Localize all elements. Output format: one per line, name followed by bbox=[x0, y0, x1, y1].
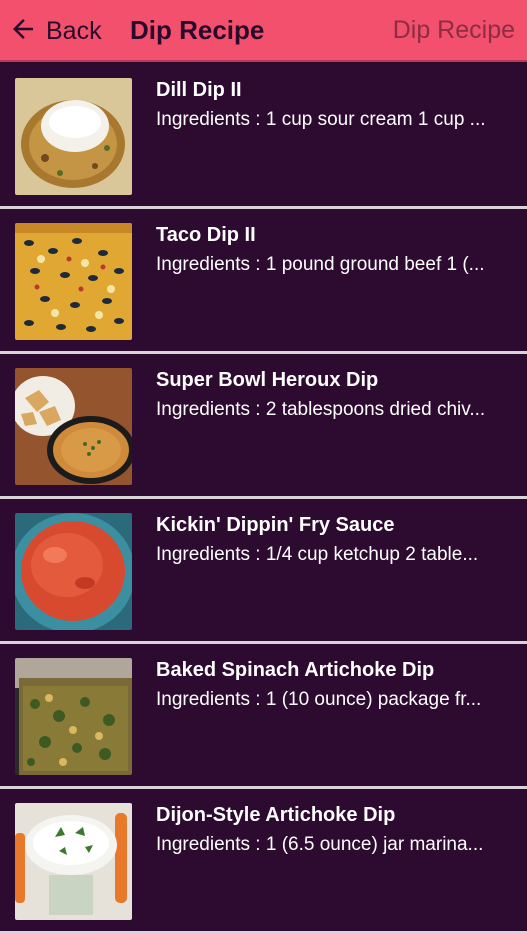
recipe-title: Kickin' Dippin' Fry Sauce bbox=[156, 514, 395, 536]
back-button[interactable]: Back bbox=[8, 13, 102, 49]
recipe-title: Taco Dip II bbox=[156, 224, 256, 246]
page-title: Dip Recipe bbox=[130, 15, 265, 45]
recipe-thumbnail bbox=[15, 368, 132, 485]
recipe-description: Ingredients : 1 pound ground beef 1 (... bbox=[156, 254, 485, 275]
recipe-title: Baked Spinach Artichoke Dip bbox=[156, 659, 435, 681]
recipe-thumbnail bbox=[15, 78, 132, 195]
recipe-title: Super Bowl Heroux Dip bbox=[156, 369, 379, 391]
recipe-thumbnail bbox=[15, 803, 132, 920]
recipe-description: Ingredients : 1/4 cup ketchup 2 table... bbox=[156, 544, 479, 565]
recipe-thumbnail bbox=[15, 223, 132, 340]
app-bar: Back Dip Recipe Dip Recipe bbox=[0, 0, 527, 62]
recipe-title: Dijon-Style Artichoke Dip bbox=[156, 804, 396, 826]
recipe-description: Ingredients : 1 cup sour cream 1 cup ... bbox=[156, 109, 486, 130]
arrow-left-icon bbox=[8, 14, 38, 49]
recipe-description: Ingredients : 2 tablespoons dried chiv..… bbox=[156, 399, 486, 420]
recipe-thumbnail bbox=[15, 513, 132, 630]
recipe-description: Ingredients : 1 (10 ounce) package fr... bbox=[156, 689, 482, 710]
recipe-item[interactable]: Taco Dip II Ingredients : 1 pound ground… bbox=[0, 209, 527, 354]
recipe-item[interactable]: Dill Dip II Ingredients : 1 cup sour cre… bbox=[0, 64, 527, 209]
recipe-item[interactable]: Baked Spinach Artichoke Dip Ingredients … bbox=[0, 644, 527, 789]
page-subtitle: Dip Recipe bbox=[392, 16, 515, 44]
recipe-description: Ingredients : 1 (6.5 ounce) jar marina..… bbox=[156, 834, 484, 855]
recipe-item[interactable]: Super Bowl Heroux Dip Ingredients : 2 ta… bbox=[0, 354, 527, 499]
recipe-list: Dill Dip II Ingredients : 1 cup sour cre… bbox=[0, 64, 527, 934]
recipe-title: Dill Dip II bbox=[156, 79, 242, 101]
recipe-item[interactable]: Kickin' Dippin' Fry Sauce Ingredients : … bbox=[0, 499, 527, 644]
recipe-item[interactable]: Dijon-Style Artichoke Dip Ingredients : … bbox=[0, 789, 527, 934]
back-label: Back bbox=[46, 16, 102, 45]
recipe-thumbnail bbox=[15, 658, 132, 775]
